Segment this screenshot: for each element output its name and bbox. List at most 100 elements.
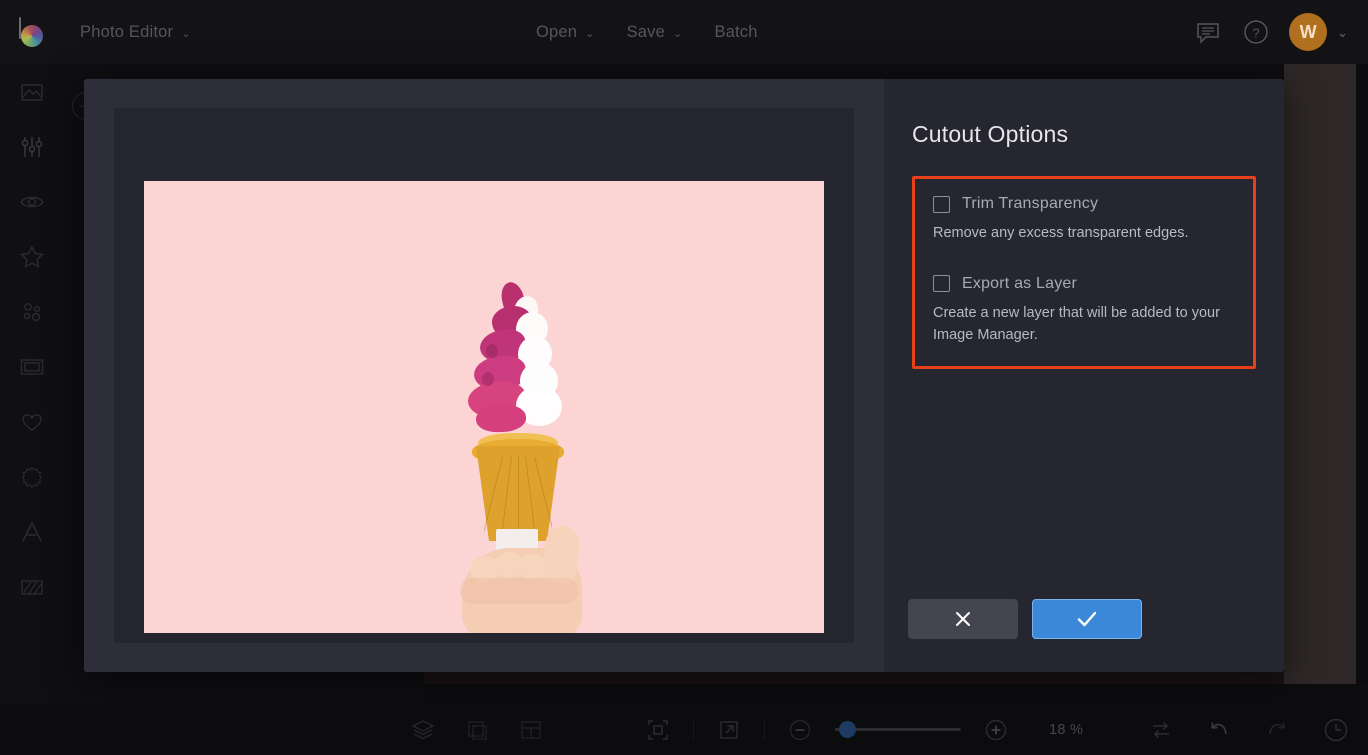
crop-button[interactable] (464, 717, 490, 743)
minus-circle-icon (789, 719, 811, 740)
divider (764, 719, 765, 740)
app-logo[interactable] (0, 0, 64, 64)
chevron-down-icon: ⌄ (673, 27, 683, 40)
frame-icon (20, 358, 44, 375)
bottom-left-tools (410, 717, 544, 743)
right-panel-background (1284, 64, 1368, 684)
sidebar-item-effects[interactable] (0, 229, 64, 284)
menu-batch[interactable]: Batch (698, 0, 773, 64)
app-menu-button[interactable]: Photo Editor ⌄ (64, 0, 207, 64)
ice-cream-cone-illustration (460, 181, 592, 633)
cutout-options-modal: Cutout Options Trim Transparency Remove … (84, 79, 1284, 672)
export-as-layer-checkbox[interactable] (933, 275, 950, 293)
export-as-layer-description: Create a new layer that will be added to… (933, 304, 1220, 343)
sidebar-item-image[interactable] (0, 64, 64, 119)
clock-icon (1324, 718, 1348, 741)
menu-batch-label: Batch (714, 22, 758, 41)
sunburst-icon (21, 466, 43, 488)
option-trim-transparency[interactable]: Trim Transparency (933, 195, 1235, 213)
bottom-toolbar: 18 % (0, 704, 1368, 755)
modal-preview-pane (84, 79, 884, 672)
divider (693, 719, 694, 740)
bottom-right-tools (1148, 716, 1350, 744)
option-export-as-layer[interactable]: Export as Layer (933, 275, 1235, 293)
trim-transparency-checkbox[interactable] (933, 195, 950, 213)
layout-button[interactable] (518, 717, 544, 743)
bottom-zoom-tools: 18 % (645, 717, 1083, 743)
top-bar: Photo Editor ⌄ Open ⌄ Save ⌄ Batch ? W ⌄ (0, 0, 1368, 64)
menu-open-label: Open (536, 22, 578, 41)
sidebar-item-text[interactable] (0, 504, 64, 559)
sliders-icon (21, 136, 43, 157)
sidebar-item-retouch[interactable] (0, 174, 64, 229)
chevron-down-icon: ⌄ (181, 27, 191, 40)
option-spacer (933, 245, 1235, 275)
zoom-level-value: 18 % (1049, 721, 1084, 738)
sidebar-item-stickers[interactable] (0, 394, 64, 449)
svg-text:?: ? (1252, 26, 1259, 41)
sidebar-item-overlays[interactable] (0, 284, 64, 339)
menu-save[interactable]: Save ⌄ (611, 0, 699, 64)
zoom-in-button[interactable] (983, 717, 1009, 743)
layers-icon (411, 719, 435, 739)
avatar-initial: W (1299, 21, 1317, 42)
app-menu-label: Photo Editor (80, 22, 174, 41)
help-button[interactable]: ? (1241, 17, 1271, 47)
chevron-down-icon: ⌄ (1337, 25, 1348, 40)
check-icon (1077, 611, 1097, 627)
modal-action-buttons (908, 599, 1142, 639)
diagonal-stripes-icon (21, 579, 43, 595)
preview-image[interactable] (144, 181, 824, 633)
undo-button[interactable] (1206, 717, 1232, 743)
hand (454, 523, 604, 633)
zoom-slider-handle[interactable] (839, 721, 856, 738)
fit-to-screen-button[interactable] (645, 717, 671, 743)
chevron-down-icon: ⌄ (585, 27, 595, 40)
layers-button[interactable] (410, 717, 436, 743)
tool-sidebar (0, 64, 64, 755)
sidebar-item-texture[interactable] (0, 559, 64, 614)
export-as-layer-label: Export as Layer (962, 274, 1078, 292)
options-highlight-box: Trim Transparency Remove any excess tran… (912, 176, 1256, 370)
sidebar-item-adjust[interactable] (0, 119, 64, 174)
trim-transparency-description: Remove any excess transparent edges. (933, 225, 1189, 241)
swap-arrows-icon (1153, 721, 1169, 738)
menu-open[interactable]: Open ⌄ (520, 0, 611, 64)
letter-a-icon (22, 520, 42, 541)
heart-icon (22, 413, 42, 431)
feedback-button[interactable] (1193, 17, 1223, 47)
expand-arrow-icon (720, 720, 738, 739)
particles-icon (23, 302, 41, 321)
user-menu[interactable]: W ⌄ (1289, 13, 1348, 51)
layout-grid-icon (521, 720, 541, 739)
chat-bubble-icon (1197, 23, 1219, 44)
image-icon (21, 83, 43, 101)
sidebar-item-frames[interactable] (0, 339, 64, 394)
zoom-slider[interactable] (835, 721, 961, 739)
star-icon (20, 244, 44, 268)
avatar: W (1289, 13, 1328, 51)
color-wheel-logo-icon (17, 17, 47, 47)
fit-frame-icon (648, 719, 668, 740)
history-button[interactable] (1322, 716, 1350, 744)
undo-arrow-icon (1211, 721, 1227, 734)
modal-cancel-button[interactable] (908, 599, 1018, 639)
canvas-strip (424, 672, 1284, 684)
question-mark-circle-icon: ? (1244, 20, 1268, 44)
app-root: Photo Editor ⌄ Open ⌄ Save ⌄ Batch ? W ⌄… (0, 0, 1368, 755)
menu-save-label: Save (626, 22, 666, 41)
top-right-actions: ? W ⌄ (1193, 0, 1360, 64)
redo-button[interactable] (1264, 717, 1290, 743)
top-center-menus: Open ⌄ Save ⌄ Batch (520, 0, 774, 64)
sidebar-item-badges[interactable] (0, 449, 64, 504)
zoom-out-button[interactable] (787, 717, 813, 743)
modal-confirm-button[interactable] (1032, 599, 1142, 639)
panel-title: Cutout Options (912, 121, 1069, 147)
plus-circle-icon (985, 719, 1007, 740)
compare-button[interactable] (1148, 717, 1174, 743)
crop-icon (468, 720, 487, 740)
redo-arrow-icon (1269, 721, 1285, 734)
fullscreen-button[interactable] (716, 717, 742, 743)
eye-icon (20, 196, 44, 207)
preview-frame (114, 108, 854, 643)
